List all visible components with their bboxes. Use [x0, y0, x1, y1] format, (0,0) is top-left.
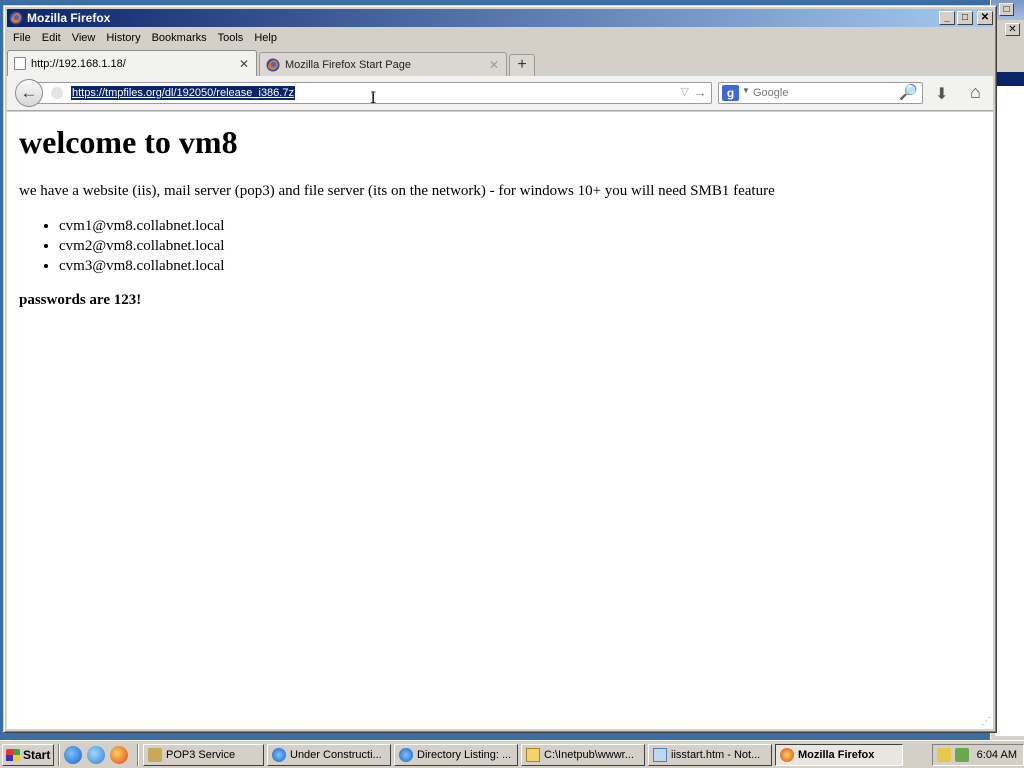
navigation-bar: https://tmpfiles.org/dl/192050/release_i… [7, 76, 993, 111]
passwords-note: passwords are 123! [19, 292, 142, 308]
close-button[interactable]: ✕ [977, 11, 993, 25]
tab-start-page[interactable]: Mozilla Firefox Start Page ✕ [259, 52, 507, 76]
firefox-logo-icon [780, 747, 794, 762]
background-window-maximize-icon[interactable]: □ [999, 3, 1014, 16]
search-input[interactable] [753, 85, 893, 101]
google-engine-icon[interactable]: g [722, 85, 739, 101]
page-heading: welcome to vm8 [19, 124, 238, 160]
back-button[interactable]: ← [15, 79, 43, 107]
internet-explorer-icon [399, 747, 413, 762]
account-list: cvm1@vm8.collabnet.local cvm2@vm8.collab… [59, 216, 983, 276]
background-window-pane [995, 86, 1024, 736]
firefox-window: Mozilla Firefox _ □ ✕ File Edit View His… [3, 5, 997, 733]
folder-icon [526, 747, 540, 762]
task-label: iisstart.htm - Not... [671, 748, 761, 761]
engine-dropdown-icon[interactable]: ▼ [742, 86, 750, 95]
page-content: welcome to vm8 we have a website (iis), … [7, 112, 993, 729]
tab-close-icon[interactable]: ✕ [488, 58, 500, 72]
title-bar[interactable]: Mozilla Firefox _ □ ✕ [7, 9, 993, 27]
blank-page-icon [14, 57, 26, 70]
intro-text: we have a website (iis), mail server (po… [19, 183, 775, 199]
tab-close-icon[interactable]: ✕ [238, 57, 250, 71]
clock[interactable]: 6:04 AM [977, 749, 1017, 761]
task-directory-listing[interactable]: Directory Listing: ... [394, 743, 518, 766]
notepad-icon [653, 747, 667, 762]
maximize-button[interactable]: □ [957, 11, 973, 25]
menu-view[interactable]: View [67, 32, 102, 44]
task-inetpub-folder[interactable]: C:\Inetpub\wwwr... [521, 743, 645, 766]
tab-label: http://192.168.1.18/ [31, 57, 126, 70]
task-label: C:\Inetpub\wwwr... [544, 748, 634, 761]
menu-edit[interactable]: Edit [37, 32, 67, 44]
menu-bookmarks[interactable]: Bookmarks [147, 32, 213, 44]
menu-history[interactable]: History [101, 32, 146, 44]
taskbar-separator [137, 743, 139, 766]
firefox-logo-icon [266, 58, 280, 71]
taskbar: Start POP3 Service Under Constructi... D… [0, 740, 1024, 768]
task-label: Directory Listing: ... [417, 748, 512, 761]
list-item: cvm1@vm8.collabnet.local [59, 216, 983, 236]
go-arrow-icon[interactable]: → [693, 84, 707, 100]
task-label: POP3 Service [166, 748, 236, 761]
tab-local-site[interactable]: http://192.168.1.18/ ✕ [7, 50, 257, 76]
firefox-logo-icon [9, 11, 23, 25]
tab-bar: http://192.168.1.18/ ✕ Mozilla Firefox S… [7, 50, 993, 76]
background-window-selection [995, 72, 1024, 86]
resize-grip-icon[interactable]: ⋰ [981, 716, 991, 727]
firefox-quicklaunch-icon[interactable] [110, 745, 128, 764]
tab-label: Mozilla Firefox Start Page [285, 58, 411, 71]
internet-explorer-icon [272, 747, 286, 762]
site-identity-icon[interactable] [51, 87, 63, 99]
background-window-close-icon[interactable]: ✕ [1005, 23, 1020, 36]
home-icon[interactable]: ⌂ [970, 82, 981, 103]
service-console-icon [148, 747, 162, 762]
menu-tools[interactable]: Tools [213, 32, 250, 44]
windows-logo-icon [6, 748, 20, 761]
start-label: Start [23, 747, 51, 762]
address-bar-url[interactable]: https://tmpfiles.org/dl/192050/release_i… [71, 86, 295, 100]
new-tab-button[interactable]: + [509, 54, 535, 76]
task-pop3-service[interactable]: POP3 Service [143, 743, 264, 766]
list-item: cvm3@vm8.collabnet.local [59, 256, 983, 276]
internet-explorer-icon[interactable] [87, 745, 105, 764]
menu-help[interactable]: Help [249, 32, 283, 44]
task-label: Under Constructi... [290, 748, 382, 761]
download-icon[interactable]: ⬇ [935, 84, 948, 104]
menu-file[interactable]: File [8, 32, 37, 44]
search-icon[interactable]: 🔎 [899, 83, 918, 101]
tray-security-icon[interactable] [955, 747, 969, 762]
task-under-construction[interactable]: Under Constructi... [267, 743, 391, 766]
menu-bar: File Edit View History Bookmarks Tools H… [8, 29, 283, 47]
task-notepad[interactable]: iisstart.htm - Not... [648, 743, 772, 766]
system-tray: 6:04 AM [932, 743, 1024, 766]
window-title: Mozilla Firefox [27, 11, 111, 25]
task-mozilla-firefox[interactable]: Mozilla Firefox [775, 743, 903, 766]
show-desktop-icon[interactable] [64, 745, 82, 764]
start-button[interactable]: Start [2, 743, 54, 766]
task-label: Mozilla Firefox [798, 748, 875, 761]
history-dropdown-icon[interactable]: ▽ [681, 85, 689, 98]
minimize-button[interactable]: _ [939, 11, 955, 25]
search-bar[interactable]: g ▼ 🔎 [718, 82, 923, 104]
tray-network-icon[interactable] [937, 747, 951, 762]
text-cursor-icon: I [370, 88, 377, 107]
list-item: cvm2@vm8.collabnet.local [59, 236, 983, 256]
taskbar-separator [58, 743, 60, 766]
